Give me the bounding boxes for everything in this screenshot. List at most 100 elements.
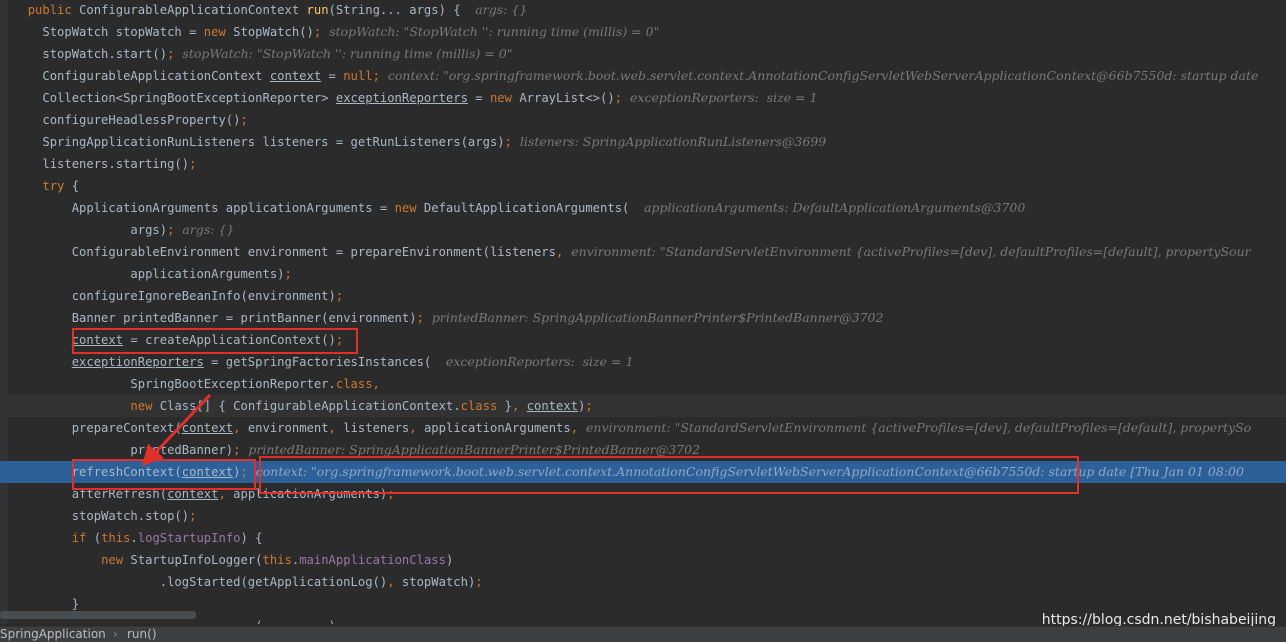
code-token: context	[526, 399, 579, 413]
code-token: context	[167, 487, 219, 501]
code-line[interactable]: prepareContext(context, environment, lis…	[0, 417, 1286, 439]
inline-debug-value: applicationArguments: DefaultApplication…	[644, 200, 1026, 215]
code-token: ;	[335, 289, 344, 303]
code-token: refreshContext(	[71, 465, 182, 479]
code-line[interactable]: public ConfigurableApplicationContext ru…	[0, 0, 1286, 21]
code-token: applicationArguments)	[130, 267, 285, 281]
code-token: ConfigurableApplicationContext	[42, 69, 270, 83]
code-token: configureHeadlessProperty()	[42, 113, 241, 127]
code-line[interactable]: StopWatch stopWatch = new StopWatch(); s…	[0, 21, 1286, 43]
code-token: environment	[247, 421, 329, 435]
inline-debug-value: stopWatch: "StopWatch '': running time (…	[321, 24, 660, 39]
code-line[interactable]: new StartupInfoLogger(this.mainApplicati…	[0, 549, 1286, 571]
code-line[interactable]: SpringApplicationRunListeners listeners …	[0, 131, 1286, 153]
execution-point-line[interactable]: refreshContext(context); context: "org.s…	[0, 461, 1286, 483]
code-line[interactable]: ApplicationArguments applicationArgument…	[0, 197, 1286, 219]
code-line[interactable]: args); args: {}	[0, 219, 1286, 241]
code-line[interactable]: listeners.starting();	[0, 153, 1286, 175]
code-line[interactable]: Banner printedBanner = printBanner(envir…	[0, 307, 1286, 329]
code-token: ;	[189, 509, 197, 523]
inline-debug-value: args: {}	[475, 2, 528, 17]
code-line[interactable]: ConfigurableApplicationContext context =…	[0, 65, 1286, 87]
breadcrumb-method[interactable]: run()	[127, 627, 157, 642]
code-token: mainApplicationClass	[299, 553, 446, 567]
code-line[interactable]: SpringBootExceptionReporter.class,	[0, 373, 1286, 395]
code-token: logStartupInfo	[137, 531, 241, 545]
code-token: args)	[130, 223, 168, 237]
code-token: this	[262, 553, 292, 567]
code-token: )	[329, 619, 336, 624]
code-token: new	[130, 399, 160, 413]
code-token: class	[460, 399, 505, 413]
code-token: StartupInfoLogger(	[130, 553, 263, 567]
code-line[interactable]: configureHeadlessProperty();	[0, 109, 1286, 131]
code-token: applicationArguments)	[233, 487, 388, 501]
code-token: Banner printedBanner = printBanner(envir…	[71, 311, 417, 325]
code-line[interactable]: new Class[] { ConfigurableApplicationCon…	[0, 395, 1286, 417]
horizontal-scrollbar[interactable]	[0, 611, 196, 619]
code-token: ;	[372, 69, 380, 83]
code-line[interactable]: context = createApplicationContext();	[0, 329, 1286, 351]
code-token: ,	[233, 421, 248, 435]
code-token: = getSpringFactoriesInstances(	[203, 355, 446, 369]
code-token: public	[27, 3, 80, 17]
code-line[interactable]: try {	[0, 175, 1286, 197]
code-token: afterRefresh(	[71, 487, 168, 501]
code-token: new	[203, 25, 234, 39]
code-token: configureIgnoreBeanInfo(environment)	[71, 289, 336, 303]
code-token: printedBanner)	[130, 443, 234, 457]
code-line[interactable]: exceptionReporters = getSpringFactoriesI…	[0, 351, 1286, 373]
code-editor[interactable]: public ConfigurableApplicationContext ru…	[0, 0, 1286, 624]
code-token: new	[394, 201, 424, 215]
code-line[interactable]: ConfigurableEnvironment environment = pr…	[0, 241, 1286, 263]
code-line[interactable]: .logStarted(getApplicationLog(), stopWat…	[0, 571, 1286, 593]
inline-debug-value: exceptionReporters: size = 1	[445, 354, 634, 369]
code-token: ;	[335, 333, 344, 347]
code-line[interactable]: afterRefresh(context, applicationArgumen…	[0, 483, 1286, 505]
code-token: .	[130, 531, 138, 545]
inline-debug-value: stopWatch: "StopWatch '': running time (…	[174, 46, 513, 61]
code-token: =	[321, 69, 344, 83]
code-token: ;	[240, 113, 248, 127]
breadcrumb-class[interactable]: SpringApplication	[0, 627, 106, 642]
code-line[interactable]: Collection<SpringBootExceptionReporter> …	[0, 87, 1286, 109]
code-line[interactable]: configureIgnoreBeanInfo(environment);	[0, 285, 1286, 307]
code-token: if	[71, 531, 94, 545]
code-line[interactable]: stopWatch.start(); stopWatch: "StopWatch…	[0, 43, 1286, 65]
code-line[interactable]: stopWatch.stop();	[0, 505, 1286, 527]
code-token: Class[] { ConfigurableApplicationContext…	[159, 399, 461, 413]
code-token: new	[489, 91, 520, 105]
code-line[interactable]: printedBanner); printedBanner: SpringApp…	[0, 439, 1286, 461]
code-token: context	[269, 69, 322, 83]
inline-debug-value: environment: "StandardServletEnvironment…	[563, 244, 1251, 259]
code-token: applicationArguments	[423, 421, 571, 435]
code-token: ApplicationArguments applicationArgument…	[71, 201, 395, 215]
breadcrumb-separator-icon: ›	[113, 627, 118, 641]
code-line[interactable]: applicationArguments);	[0, 263, 1286, 285]
inline-debug-value: printedBanner: SpringApplicationBannerPr…	[240, 442, 701, 457]
code-token: listeners.starting()	[42, 157, 190, 171]
code-token: exceptionReporters	[71, 355, 204, 369]
code-token: .logStarted(getApplicationLog()	[159, 575, 388, 589]
code-line[interactable]: if (this.logStartupInfo) {	[0, 527, 1286, 549]
code-token: {	[71, 179, 80, 193]
code-token: }	[71, 597, 80, 611]
